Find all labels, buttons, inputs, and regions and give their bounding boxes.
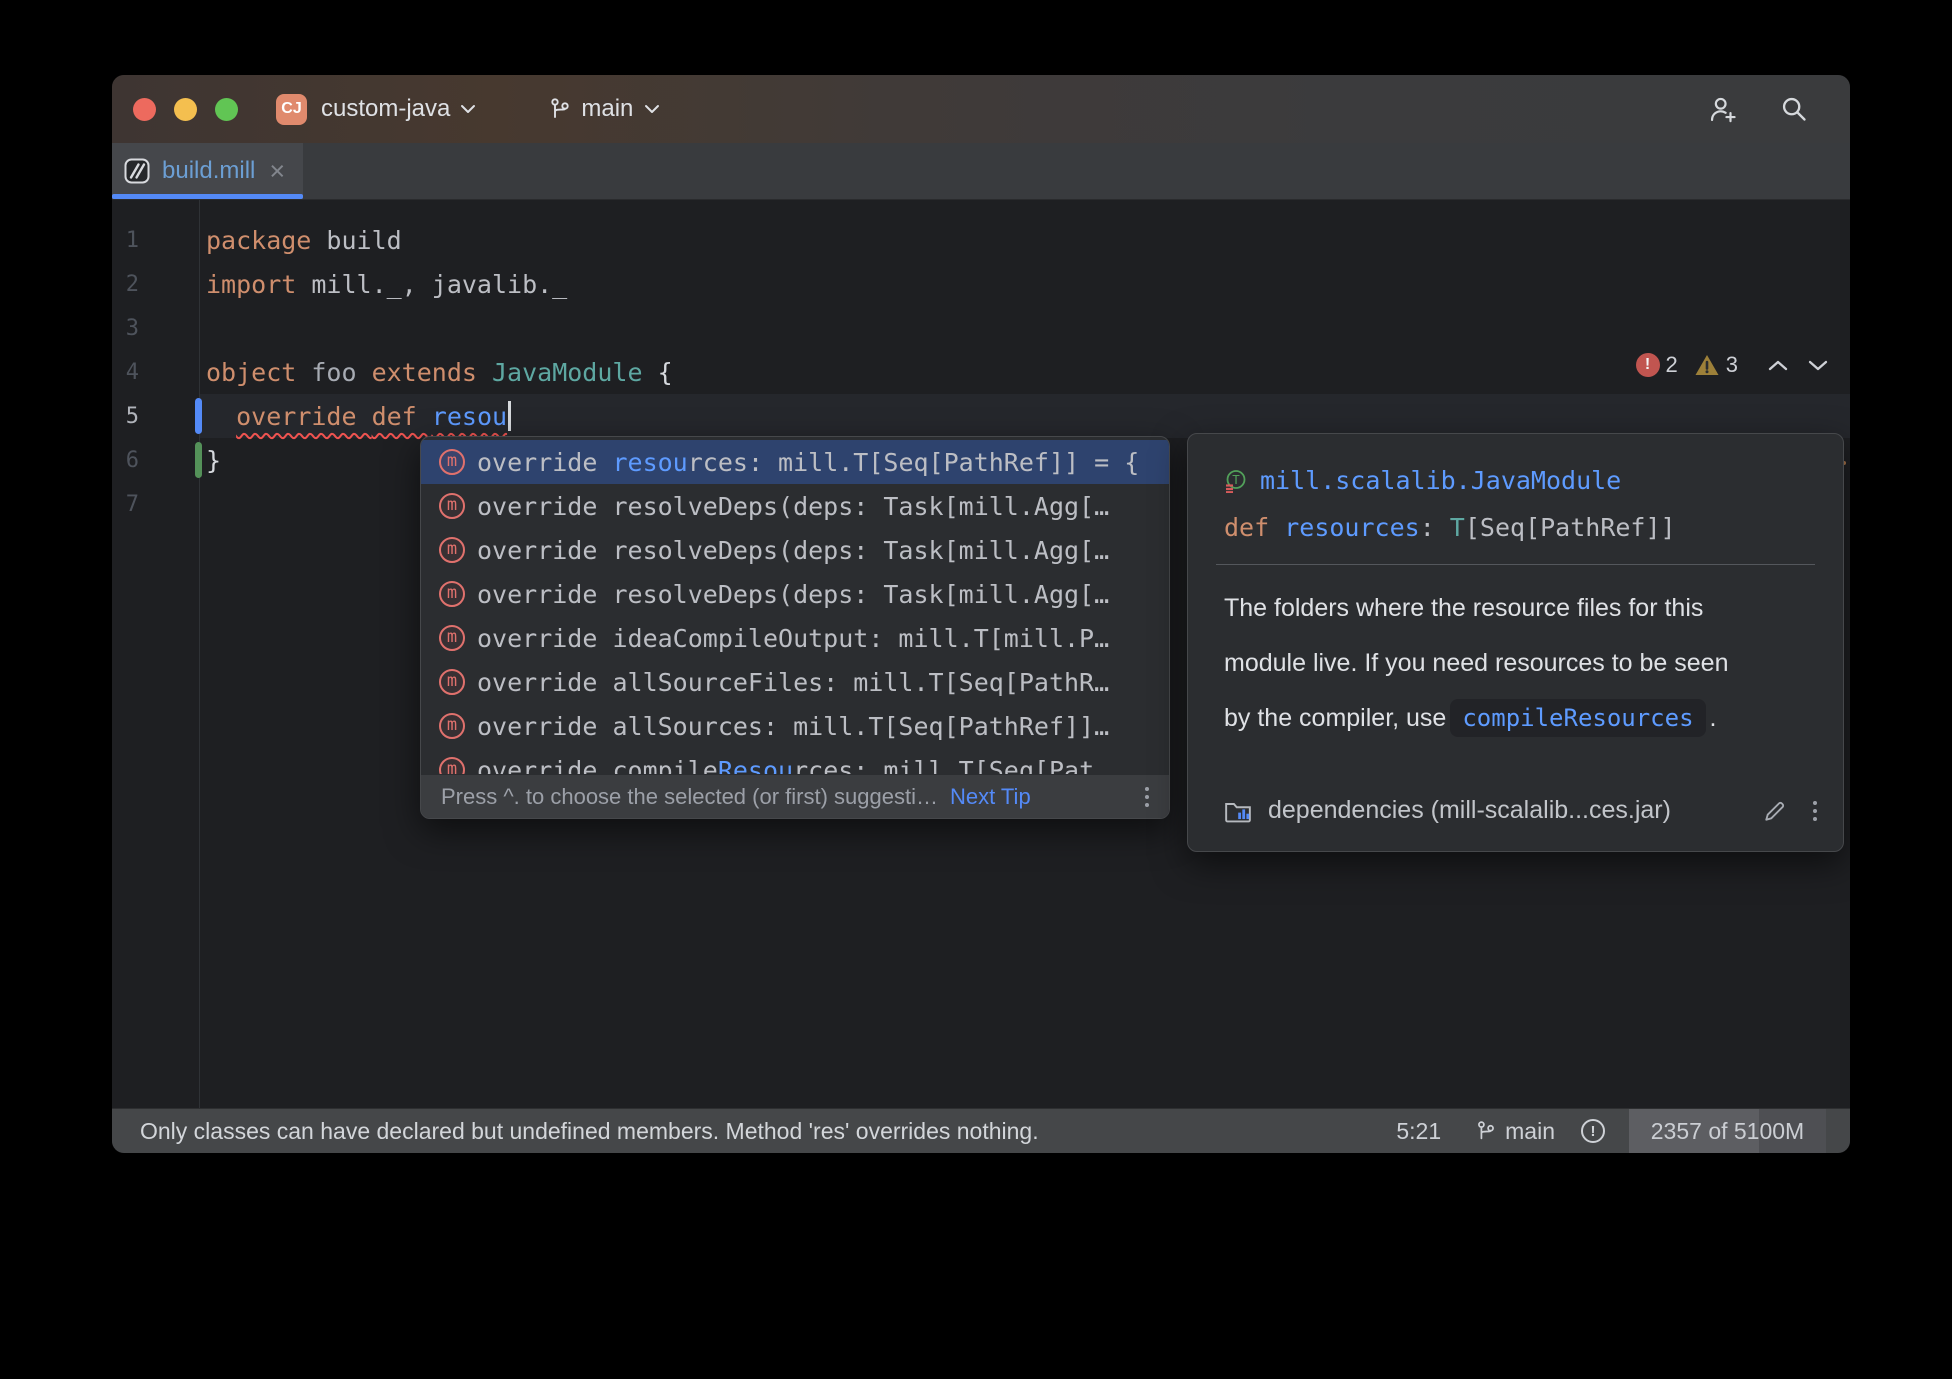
edit-source-pencil-icon[interactable] xyxy=(1763,799,1787,823)
line-number: 1 xyxy=(112,228,200,253)
method-icon: m xyxy=(439,757,465,775)
notifications-icon[interactable]: ! xyxy=(1581,1119,1605,1143)
search-icon[interactable] xyxy=(1780,95,1808,123)
completion-item-text: override allSourceFiles: mill.T[Seq[Path… xyxy=(477,668,1109,697)
documentation-popup: T mill.scalalib.JavaModule def resources… xyxy=(1187,433,1844,852)
error-icon: ! xyxy=(1636,353,1660,377)
method-icon: m xyxy=(439,713,465,739)
more-options-kebab-icon[interactable] xyxy=(1141,783,1153,811)
completion-item-text: override resolveDeps(deps: Task[mill.Agg… xyxy=(477,580,1109,609)
branch-name: main xyxy=(581,95,633,123)
completion-item[interactable]: m override allSourceFiles: mill.T[Seq[Pat… xyxy=(421,660,1169,704)
editor-tab-bar: build.mill × xyxy=(112,143,1850,200)
completion-item[interactable]: m override resources: mill.T[Seq[PathRef]… xyxy=(421,440,1169,484)
completion-item-text: override allSources: mill.T[Seq[PathRef]… xyxy=(477,712,1109,741)
status-vcs-widget[interactable]: main xyxy=(1475,1118,1555,1145)
ide-window: CJ custom-java main xyxy=(112,75,1850,1153)
completion-popup: m override resources: mill.T[Seq[PathRef]… xyxy=(420,436,1170,819)
next-problem-chevron-down-icon[interactable] xyxy=(1808,360,1828,371)
code-line[interactable]: 1package build xyxy=(112,218,1850,262)
line-number: 4 xyxy=(112,360,200,385)
next-tip-link[interactable]: Next Tip xyxy=(950,784,1031,810)
completion-item[interactable]: m override resolveDeps(deps: Task[mill.Ag… xyxy=(421,484,1169,528)
library-folder-icon xyxy=(1224,798,1252,824)
line-number: 6 xyxy=(112,448,200,473)
svg-text:T: T xyxy=(1232,472,1240,487)
close-window-button[interactable] xyxy=(133,98,156,121)
project-name[interactable]: custom-java xyxy=(321,95,450,123)
chevron-down-icon[interactable] xyxy=(460,104,476,114)
vcs-widget[interactable]: main xyxy=(548,95,660,123)
vcs-change-marker[interactable] xyxy=(195,442,202,478)
method-icon: m xyxy=(439,581,465,607)
previous-problem-chevron-up-icon[interactable] xyxy=(1768,360,1788,371)
completion-item-text: override resolveDeps(deps: Task[mill.Agg… xyxy=(477,536,1109,565)
minimize-window-button[interactable] xyxy=(174,98,197,121)
mill-file-icon xyxy=(124,158,150,184)
completion-item[interactable]: m override ideaCompileOutput: mill.T[mill… xyxy=(421,616,1169,660)
code-line[interactable]: 2import mill._, javalib._ xyxy=(112,262,1850,306)
add-user-icon[interactable] xyxy=(1708,95,1738,123)
completion-item[interactable]: m override resolveDeps(deps: Task[mill.Ag… xyxy=(421,572,1169,616)
active-tab-indicator xyxy=(112,194,303,199)
doc-description: The folders where the resource files for… xyxy=(1188,565,1843,746)
git-branch-icon xyxy=(1475,1120,1497,1142)
completion-list: m override resources: mill.T[Seq[PathRef]… xyxy=(421,437,1169,775)
inspections-widget[interactable]: ! 2 3 xyxy=(1636,350,1829,380)
code-line[interactable]: 4object foo extends JavaModule { xyxy=(112,350,1850,394)
completion-hint-bar: Press ^. to choose the selected (or firs… xyxy=(421,774,1169,818)
error-count: 2 xyxy=(1666,352,1678,378)
vcs-change-marker[interactable] xyxy=(195,398,202,434)
method-icon: m xyxy=(439,449,465,475)
method-icon: m xyxy=(439,625,465,651)
completion-item[interactable]: m override compileResources: mill.T[Seq[P… xyxy=(421,748,1169,775)
code-line[interactable]: 5 override def resou xyxy=(112,394,1850,438)
project-badge[interactable]: CJ xyxy=(276,94,307,125)
completion-item[interactable]: m override allSources: mill.T[Seq[PathRef… xyxy=(421,704,1169,748)
completion-item-text: override ideaCompileOutput: mill.T[mill.… xyxy=(477,624,1109,653)
title-bar: CJ custom-java main xyxy=(112,75,1850,144)
code-line-text[interactable] xyxy=(200,306,1850,350)
chevron-down-icon xyxy=(644,104,660,114)
method-icon: m xyxy=(439,669,465,695)
completion-item-text: override resolveDeps(deps: Task[mill.Agg… xyxy=(477,492,1109,521)
line-number: 2 xyxy=(112,272,200,297)
completion-item-text: override resources: mill.T[Seq[PathRef]]… xyxy=(477,448,1139,477)
git-branch-icon xyxy=(548,97,572,121)
line-number: 7 xyxy=(112,492,200,517)
code-line-text[interactable]: override def resou xyxy=(200,394,1850,438)
compile-resources-link[interactable]: compileResources xyxy=(1450,699,1705,737)
warning-icon xyxy=(1694,353,1720,377)
code-line-text[interactable]: import mill._, javalib._ xyxy=(200,262,1850,306)
dependencies-source-label[interactable]: dependencies (mill-scalalib...ces.jar) xyxy=(1268,796,1671,825)
completion-hint-text: Press ^. to choose the selected (or firs… xyxy=(441,784,938,810)
method-icon: m xyxy=(439,493,465,519)
tab-label: build.mill xyxy=(162,157,255,185)
status-branch-name: main xyxy=(1505,1118,1555,1145)
warning-count: 3 xyxy=(1726,352,1738,378)
window-controls xyxy=(133,98,238,121)
completion-item-text: override compileResources: mill.T[Seq[Pa… xyxy=(477,756,1094,776)
tab-build-mill[interactable]: build.mill × xyxy=(112,143,303,199)
code-line-text[interactable]: object foo extends JavaModule { xyxy=(200,350,1850,394)
status-bar: Only classes can have declared but undef… xyxy=(112,1108,1850,1153)
zoom-window-button[interactable] xyxy=(215,98,238,121)
status-message: Only classes can have declared but undef… xyxy=(140,1118,1039,1145)
line-number: 5 xyxy=(112,404,200,429)
method-icon: m xyxy=(439,537,465,563)
qualified-class-name[interactable]: mill.scalalib.JavaModule xyxy=(1260,466,1621,495)
doc-more-options-kebab-icon[interactable] xyxy=(1809,797,1821,825)
trait-icon: T xyxy=(1224,469,1248,493)
close-tab-icon[interactable]: × xyxy=(269,158,285,185)
code-line-text[interactable]: package build xyxy=(200,218,1850,262)
member-signature: def resources: T[Seq[PathRef]] xyxy=(1224,513,1807,542)
memory-usage-text: 2357 of 5100M xyxy=(1629,1109,1826,1153)
memory-indicator[interactable]: 2357 of 5100M xyxy=(1629,1109,1826,1153)
completion-item[interactable]: m override resolveDeps(deps: Task[mill.Ag… xyxy=(421,528,1169,572)
text-caret xyxy=(508,401,511,431)
caret-position-widget[interactable]: 5:21 xyxy=(1396,1118,1441,1145)
code-line[interactable]: 3 xyxy=(112,306,1850,350)
line-number: 3 xyxy=(112,316,200,341)
